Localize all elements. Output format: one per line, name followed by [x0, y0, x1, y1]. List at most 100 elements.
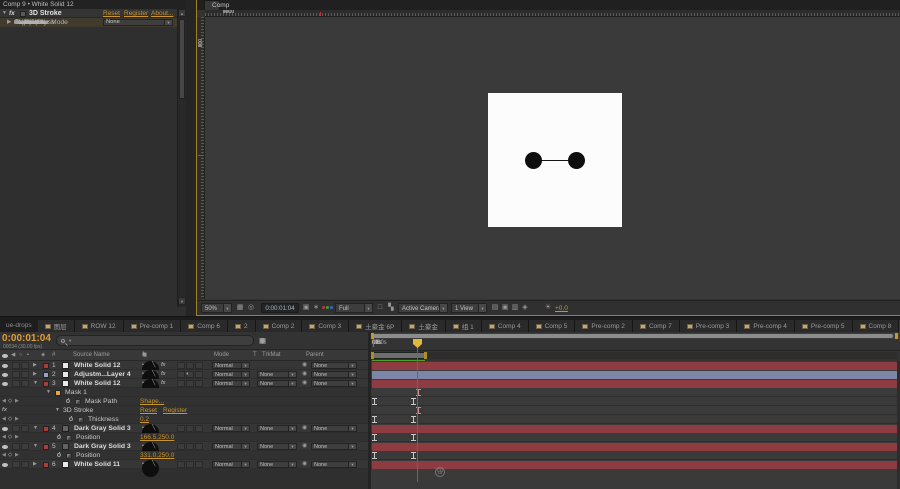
view-select[interactable]: Active Camera	[398, 303, 448, 313]
keyframe-icon[interactable]	[372, 416, 377, 423]
add-keyframe-icon[interactable]	[8, 451, 12, 460]
work-area-end-handle[interactable]	[424, 352, 427, 359]
effects-switch-icon[interactable]	[161, 379, 165, 388]
parent-pickwhip-icon[interactable]	[302, 361, 307, 370]
effect-name[interactable]: 3D Stroke	[29, 9, 62, 18]
layer-name[interactable]: White Solid 11	[74, 460, 120, 469]
time-navigator-bar[interactable]	[373, 334, 893, 338]
quality-switch-icon[interactable]	[152, 379, 155, 388]
viewer-tab-comp9[interactable]: Comp 9	[204, 0, 229, 19]
add-keyframe-icon[interactable]	[8, 415, 12, 424]
label-color-chip[interactable]	[43, 425, 49, 432]
comp-tab[interactable]: Comp 8	[852, 320, 900, 332]
stopwatch-icon[interactable]	[14, 19, 18, 24]
region-of-interest-icon[interactable]: □	[375, 303, 385, 313]
register-link[interactable]: Register	[124, 9, 148, 18]
search-input[interactable]	[75, 336, 245, 345]
parent-pickwhip-icon[interactable]	[302, 424, 307, 433]
eye-icon[interactable]	[2, 426, 8, 431]
chevron-down-icon[interactable]	[69, 336, 71, 346]
resolution-select[interactable]: Full	[335, 303, 373, 313]
timeline-toolbar-icon[interactable]: ≈	[257, 335, 268, 346]
position-row[interactable]: Position 331.0,250.0	[0, 451, 368, 460]
layer-bar-4[interactable]	[372, 424, 897, 433]
comp-tab[interactable]: Comp 5	[528, 320, 576, 332]
collapse-effect-icon[interactable]	[2, 9, 7, 18]
snapshot-icon[interactable]: ▣	[301, 303, 311, 313]
position-row[interactable]: Position 166.5,250.0	[0, 433, 368, 442]
comp-tab[interactable]: Comp 2	[255, 320, 303, 332]
comp-tab[interactable]: Pre-comp 4	[737, 320, 795, 332]
comp-tab[interactable]: 图层	[37, 320, 75, 332]
label-color-chip[interactable]	[43, 461, 49, 468]
next-keyframe-icon[interactable]	[15, 397, 19, 406]
fast-preview-icon[interactable]: ▣	[500, 303, 510, 313]
work-area-start-handle[interactable]	[371, 352, 374, 359]
parent-pickwhip-icon[interactable]	[302, 379, 307, 388]
keyframe-icon[interactable]	[411, 434, 416, 441]
blend-mode-select[interactable]: Normal	[212, 424, 250, 432]
blend-mode-select[interactable]: Normal	[212, 361, 250, 369]
transfer-mode-select[interactable]: None	[103, 19, 173, 26]
about-link[interactable]: About...	[151, 9, 173, 18]
stopwatch-icon[interactable]	[57, 452, 61, 457]
reset-link[interactable]: Reset	[103, 9, 120, 18]
label-color-chip[interactable]	[43, 371, 49, 378]
expander-icon[interactable]	[33, 370, 37, 379]
layer-row-5[interactable]: 5 Dark Gray Solid 3 Normal None None	[0, 442, 368, 459]
composition-canvas[interactable]	[205, 17, 900, 299]
effect-group-row[interactable]: 3D Stroke Reset Register	[0, 406, 368, 415]
expander-icon[interactable]	[55, 406, 60, 415]
comp-tab[interactable]: Comp 4	[481, 320, 529, 332]
stopwatch-icon[interactable]	[69, 416, 73, 421]
horizontal-ruler[interactable]: 1000900800700600500400300200100010020030…	[205, 10, 900, 17]
comp-tab[interactable]: Pre-comp 1	[123, 320, 182, 332]
graph-toggle-icon[interactable]	[75, 398, 81, 405]
next-keyframe-icon[interactable]	[15, 433, 19, 442]
layer-name[interactable]: Dark Gray Solid 3	[74, 424, 131, 433]
parent-select[interactable]: None	[311, 460, 357, 468]
keyframe-icon[interactable]	[372, 398, 377, 405]
layer-bars-area[interactable]	[371, 361, 900, 489]
comp-tab[interactable]: 土豪金	[402, 320, 446, 332]
add-keyframe-icon[interactable]	[8, 397, 12, 406]
parent-select[interactable]: None	[311, 442, 357, 450]
right-eye-dot[interactable]	[568, 152, 585, 169]
label-color-chip[interactable]	[43, 443, 49, 450]
label-color-chip[interactable]	[43, 362, 49, 369]
exposure-icon[interactable]: ☀	[543, 303, 553, 313]
blend-mode-select[interactable]: Normal	[212, 442, 250, 450]
comp-tab[interactable]: Comp 3	[302, 320, 350, 332]
solo-cell[interactable]	[21, 362, 29, 369]
layer-row-3[interactable]: 3 White Solid 12 Normal None None	[0, 379, 368, 396]
adjustment-layer-icon[interactable]	[186, 370, 189, 379]
comp-tab[interactable]: Pre-comp 2	[575, 320, 633, 332]
expander-icon[interactable]	[33, 361, 37, 370]
graph-toggle-icon[interactable]	[66, 434, 72, 441]
comp-tab[interactable]: Pre-comp 3	[679, 320, 738, 332]
exposure-value[interactable]: +0.0	[555, 301, 568, 316]
pixel-aspect-icon[interactable]: ▤	[490, 303, 500, 313]
prev-keyframe-icon[interactable]	[2, 451, 6, 460]
layer-bar-1[interactable]	[372, 361, 897, 370]
layer-bar-2[interactable]	[372, 370, 897, 379]
position-value[interactable]: 166.5,250.0	[140, 433, 174, 442]
keyframe-icon[interactable]	[372, 434, 377, 441]
keyframe-icon[interactable]	[411, 452, 416, 459]
comp-tab-partial[interactable]: ue-drops	[0, 320, 38, 332]
expander-icon[interactable]	[33, 379, 38, 388]
show-snapshot-icon[interactable]: ∗	[311, 303, 321, 313]
comp-tab[interactable]: ROW 12	[74, 320, 124, 332]
graph-toggle-icon[interactable]	[66, 452, 72, 459]
mask-name[interactable]: Mask 1	[65, 388, 87, 397]
flowchart-icon[interactable]: ◈	[520, 303, 530, 313]
layer-name[interactable]: White Solid 12	[74, 379, 120, 388]
effects-switch-icon[interactable]	[161, 370, 165, 379]
parent-select[interactable]: None	[311, 424, 357, 432]
collapse-switch-icon[interactable]	[142, 460, 159, 477]
eye-icon[interactable]	[2, 372, 8, 377]
grid-guides-icon[interactable]: ▦	[235, 303, 245, 313]
reset-link[interactable]: Reset	[140, 406, 157, 415]
thickness-row[interactable]: Thickness 0.2	[0, 415, 368, 424]
timeline-graph[interactable]: 0:00s 01s 02s 03s 04s 05s 06s 07s 08s 09s 10s 11s 12…	[371, 332, 900, 489]
